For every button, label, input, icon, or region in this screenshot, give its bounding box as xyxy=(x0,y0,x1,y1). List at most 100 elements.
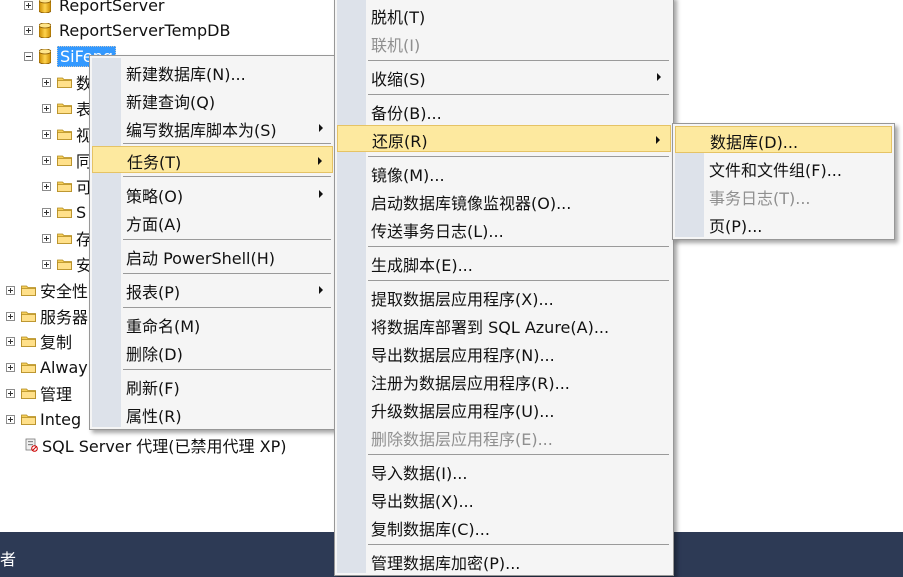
menu-separator xyxy=(123,143,331,144)
menu-item-copy-database[interactable]: 复制数据库(C)... xyxy=(337,513,671,540)
tree-node-child[interactable]: 可 xyxy=(42,173,92,199)
tree-node-alwayson[interactable]: Alway xyxy=(6,354,88,380)
database-icon xyxy=(39,49,51,64)
expand-icon[interactable] xyxy=(6,388,15,398)
expand-icon[interactable] xyxy=(24,0,33,10)
menu-item-label: 导出数据层应用程序(N)... xyxy=(371,346,555,365)
tree-node-label: S xyxy=(76,202,87,222)
menu-item-label: 数据库(D)... xyxy=(710,133,799,152)
expand-icon[interactable] xyxy=(24,25,33,35)
folder-icon xyxy=(57,154,72,166)
menu-item-refresh[interactable]: 刷新(F) xyxy=(92,372,333,399)
tree-node-label: ReportServer xyxy=(59,0,165,15)
menu-item-export-data-tier-app[interactable]: 导出数据层应用程序(N)... xyxy=(337,339,671,366)
database-icon xyxy=(39,23,51,38)
menu-item-ship-transaction-logs[interactable]: 传送事务日志(L)... xyxy=(337,215,671,242)
menu-item-launch-mirroring-monitor[interactable]: 启动数据库镜像监视器(O)... xyxy=(337,187,671,214)
tree-node-label: 安全性 xyxy=(40,282,89,301)
menu-separator xyxy=(368,60,669,61)
expand-icon[interactable] xyxy=(42,129,51,139)
tree-node-integration[interactable]: Integ xyxy=(6,406,81,432)
menu-item-restore-files-and-filegroups[interactable]: 文件和文件组(F)... xyxy=(675,154,892,181)
tree-node-security[interactable]: 安全性 xyxy=(6,277,88,303)
submenu-arrow-icon xyxy=(319,190,323,198)
menu-item-export-data[interactable]: 导出数据(X)... xyxy=(337,485,671,512)
menu-separator xyxy=(123,307,331,308)
menu-item-deploy-to-sql-azure[interactable]: 将数据库部署到 SQL Azure(A)... xyxy=(337,311,671,338)
expand-icon[interactable] xyxy=(6,414,15,424)
menu-item-tasks[interactable]: 任务(T) xyxy=(92,146,333,173)
menu-item-label: 联机(I) xyxy=(371,36,421,55)
menu-item-label: 新建查询(Q) xyxy=(126,93,216,112)
menu-item-shrink[interactable]: 收缩(S) xyxy=(337,63,671,90)
tree-node-child[interactable]: 视 xyxy=(42,121,92,147)
menu-item-label: 删除(D) xyxy=(126,345,183,364)
menu-item-register-data-tier-app[interactable]: 注册为数据层应用程序(R)... xyxy=(337,367,671,394)
folder-icon xyxy=(57,180,72,192)
tree-node-child[interactable]: 表 xyxy=(42,95,92,121)
expand-icon[interactable] xyxy=(42,233,51,243)
expand-icon[interactable] xyxy=(6,362,15,372)
tree-node-child[interactable]: 同 xyxy=(42,147,92,173)
menu-item-backup[interactable]: 备份(B)... xyxy=(337,97,671,124)
tree-node-sql-agent[interactable]: SQL Server 代理(已禁用代理 XP) xyxy=(24,432,287,458)
expand-icon[interactable] xyxy=(42,207,51,217)
folder-icon xyxy=(57,102,72,114)
menu-item-label: 文件和文件组(F)... xyxy=(709,161,842,180)
menu-item-import-data[interactable]: 导入数据(I)... xyxy=(337,457,671,484)
expand-icon[interactable] xyxy=(42,181,51,191)
tree-node-replication[interactable]: 复制 xyxy=(6,328,72,354)
menu-item-policies[interactable]: 策略(O) xyxy=(92,180,333,207)
tree-node-reportservertempdb[interactable]: ReportServerTempDB xyxy=(24,17,232,43)
menu-item-label: 重命名(M) xyxy=(126,317,201,336)
expand-icon[interactable] xyxy=(42,77,51,87)
tree-node-child[interactable]: 数 xyxy=(42,69,92,95)
menu-item-restore[interactable]: 还原(R) xyxy=(337,125,671,152)
menu-item-facets[interactable]: 方面(A) xyxy=(92,208,333,235)
tree-node-child[interactable]: 安 xyxy=(42,251,92,277)
menu-item-upgrade-data-tier-app[interactable]: 升级数据层应用程序(U)... xyxy=(337,395,671,422)
menu-item-label: 启动 PowerShell(H) xyxy=(126,249,276,268)
menu-item-mirror[interactable]: 镜像(M)... xyxy=(337,159,671,186)
menu-item-restore-database[interactable]: 数据库(D)... xyxy=(675,126,892,153)
expand-icon[interactable] xyxy=(42,155,51,165)
expand-icon[interactable] xyxy=(6,311,15,321)
menu-item-restore-page[interactable]: 页(P)... xyxy=(675,210,892,237)
menu-item-new-query[interactable]: 新建查询(Q) xyxy=(92,86,333,113)
menu-item-properties[interactable]: 属性(R) xyxy=(92,400,333,427)
menu-item-start-powershell[interactable]: 启动 PowerShell(H) xyxy=(92,242,333,269)
expand-icon[interactable] xyxy=(42,259,51,269)
database-context-menu: 新建数据库(N)... 新建查询(Q) 编写数据库脚本为(S) 任务(T) 策略… xyxy=(89,55,336,430)
sql-agent-icon xyxy=(25,438,38,452)
menu-item-delete-data-tier-app[interactable]: 删除数据层应用程序(E)... xyxy=(337,423,671,450)
menu-item-bring-online[interactable]: 联机(I) xyxy=(337,29,671,56)
tree-node-server-objects[interactable]: 服务器 xyxy=(6,303,88,329)
expand-icon[interactable] xyxy=(42,103,51,113)
tree-node-child[interactable]: S xyxy=(42,199,86,225)
menu-item-label: 镜像(M)... xyxy=(371,166,445,185)
menu-item-manage-database-encryption[interactable]: 管理数据库加密(P)... xyxy=(337,547,671,574)
menu-item-reports[interactable]: 报表(P) xyxy=(92,276,333,303)
tree-node-reportserver[interactable]: ReportServer xyxy=(24,0,167,18)
menu-item-take-offline[interactable]: 脱机(T) xyxy=(337,1,671,28)
menu-item-extract-data-tier-app[interactable]: 提取数据层应用程序(X)... xyxy=(337,283,671,310)
expand-icon[interactable] xyxy=(6,285,15,295)
tree-node-management[interactable]: 管理 xyxy=(6,380,72,406)
tree-node-child[interactable]: 存 xyxy=(42,225,92,251)
folder-icon xyxy=(21,387,36,399)
menu-item-label: 将数据库部署到 SQL Azure(A)... xyxy=(371,318,610,337)
menu-item-generate-scripts[interactable]: 生成脚本(E)... xyxy=(337,249,671,276)
menu-separator xyxy=(368,454,669,455)
menu-item-delete[interactable]: 删除(D) xyxy=(92,338,333,365)
collapse-icon[interactable] xyxy=(24,51,33,61)
menu-item-label: 任务(T) xyxy=(127,153,182,172)
folder-icon xyxy=(21,284,36,296)
folder-icon xyxy=(57,128,72,140)
menu-item-script-database[interactable]: 编写数据库脚本为(S) xyxy=(92,114,333,141)
menu-separator xyxy=(123,239,331,240)
menu-item-restore-transaction-log[interactable]: 事务日志(T)... xyxy=(675,182,892,209)
menu-item-new-database[interactable]: 新建数据库(N)... xyxy=(92,58,333,85)
menu-item-rename[interactable]: 重命名(M) xyxy=(92,310,333,337)
submenu-arrow-icon xyxy=(656,136,660,144)
expand-icon[interactable] xyxy=(6,336,15,346)
